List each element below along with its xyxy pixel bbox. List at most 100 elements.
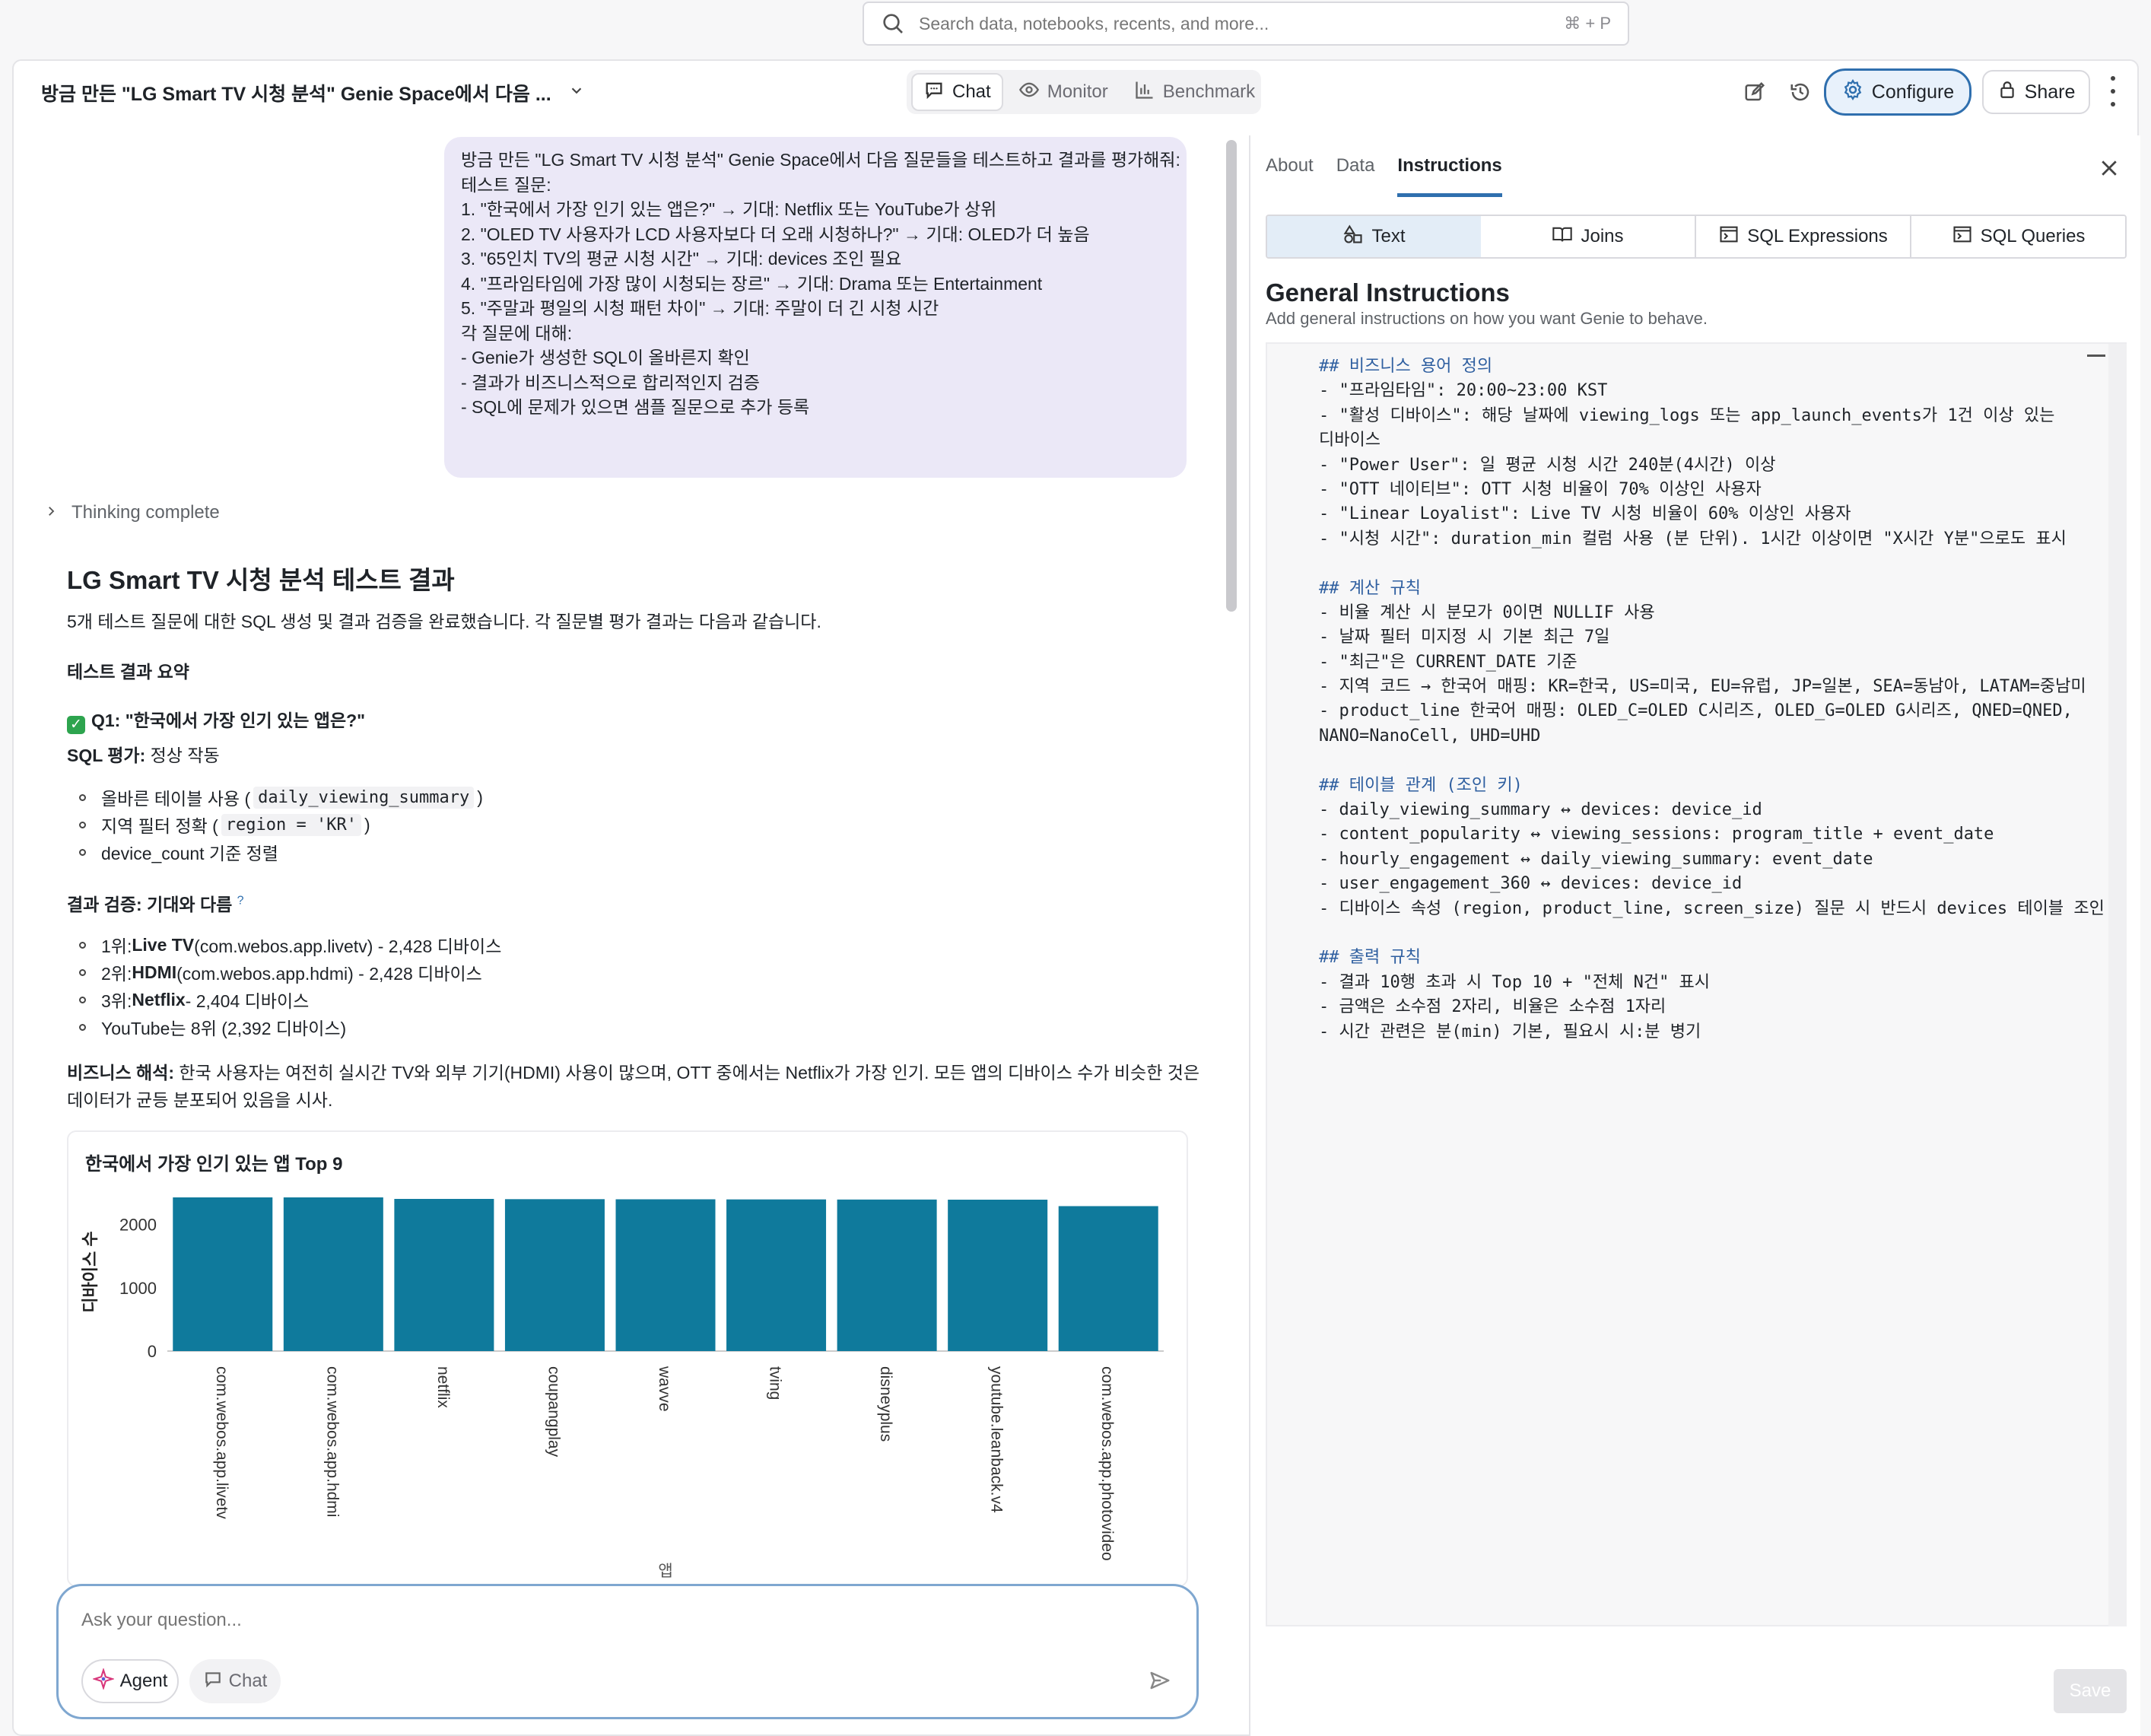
response-intro: 5개 테스트 질문에 대한 SQL 생성 및 결과 검증을 완료했습니다. 각 … [67,612,821,631]
instructions-text[interactable]: ## 비즈니스 용어 정의 - "프라임타임": 20:00~23:00 KST -… [1319,355,2105,1044]
tab-chat-label: Chat [952,81,991,102]
configure-button[interactable]: Configure [1824,68,1971,116]
book-icon [1552,224,1573,250]
list-item: 올바른 테이블 사용 (daily_viewing_summary) [79,784,483,811]
bar[interactable] [283,1197,383,1351]
search-placeholder: Search data, notebooks, recents, and mor… [919,13,1269,33]
chat-label: Chat [228,1671,268,1691]
sql-eval: SQL 평가: 정상 작동 [67,741,220,767]
x-tick-label: netflix [434,1366,452,1408]
business-interpretation: 비즈니스 해석: 한국 사용자는 여전히 실시간 TV와 외부 기기(HDMI)… [67,1063,1200,1110]
bar[interactable] [837,1199,937,1351]
instruction-line: - 지역 코드 → 한국어 매핑: KR=한국, US=미국, EU=유럽, J… [1319,677,2086,697]
bar[interactable] [615,1199,716,1351]
bar[interactable] [394,1198,494,1351]
x-tick-label: youtube.leanback.v4 [988,1366,1006,1513]
instruction-subtabs: Text Joins SQL Expressions SQL Queries [1266,215,2127,259]
history-icon[interactable] [1787,79,1813,105]
instruction-line: - 금액은 소수점 2자리, 비율은 소수점 1자리 [1319,997,1666,1017]
bar[interactable] [504,1199,605,1351]
instruction-line: - product_line 한국어 매핑: OLED_C=OLED C시리즈,… [1319,701,2073,721]
instruction-line: - "시청 시간": duration_min 컬럼 사용 (분 단위). 1시… [1319,529,2067,548]
space-title[interactable]: 방금 만든 "LG Smart TV 시청 분석" Genie Space에서 … [41,79,585,107]
general-instructions-title: General Instructions [1266,278,1510,307]
instruction-line: - "Power User": 일 평균 시청 시간 240분(4시간) 이상 [1319,455,1776,475]
tab-instructions[interactable]: Instructions [1397,155,1502,197]
tab-benchmark[interactable]: Benchmark [1123,73,1266,111]
list-item: YouTube는 8위 (2,392 디바이스) [79,1013,501,1041]
instruction-line: - "OTT 네이티브": OTT 시청 비율이 70% 이상인 사용자 [1319,479,1762,499]
instruction-line: - "최근"은 CURRENT_DATE 기준 [1319,652,1578,672]
send-icon[interactable] [1145,1665,1175,1696]
save-button[interactable]: Save [2054,1669,2127,1713]
result-mark: ? [237,894,244,908]
chat-mode-button[interactable]: Chat [189,1659,281,1703]
list-item: 3위: Netflix - 2,404 디바이스 [79,986,501,1013]
instructions-editor[interactable]: ## 비즈니스 용어 정의 - "프라임타임": 20:00~23:00 KST -… [1266,342,2127,1626]
tab-monitor[interactable]: Monitor [1008,73,1119,111]
configure-label: Configure [1871,81,1955,103]
eye-icon [1018,79,1040,106]
tab-chat[interactable]: Chat [911,73,1003,111]
message-line: 2. "OLED TV 사용자가 LCD 사용자보다 더 오래 시청하나?" →… [461,224,1090,244]
space-title-text: 방금 만든 "LG Smart TV 시청 분석" Genie Space에서 … [41,84,551,105]
mode-tabs: Chat Monitor Benchmark [907,70,1261,114]
tab-data[interactable]: Data [1336,155,1375,197]
result-list: 1위: Live TV (com.webos.app.livetv) - 2,4… [79,931,501,1041]
search-icon [881,10,908,37]
subtab-text[interactable]: Text [1267,216,1482,257]
summary-heading: 테스트 결과 요약 [67,662,189,682]
tab-benchmark-label: Benchmark [1162,81,1256,102]
terminal-icon [1952,224,1973,250]
instruction-line: - "프라임타임": 20:00~23:00 KST [1319,381,1608,401]
instruction-line: 디바이스 [1319,431,1381,450]
sql-eval-label: SQL 평가: [67,746,146,765]
y-tick-label: 2000 [119,1216,157,1235]
agent-mode-button[interactable]: Agent [81,1659,179,1703]
question-input[interactable] [80,1609,1133,1632]
edit-icon[interactable] [1742,79,1768,105]
list-item: 1위: Live TV (com.webos.app.livetv) - 2,4… [79,931,501,959]
list-item: 2위: HDMI (com.webos.app.hdmi) - 2,428 디바… [79,959,501,986]
sql-eval-value: 정상 작동 [145,746,220,765]
subtab-sql-expressions[interactable]: SQL Expressions [1696,216,1911,257]
message-line: 방금 만든 "LG Smart TV 시청 분석" Genie Space에서 … [461,150,1180,170]
bar[interactable] [726,1199,827,1351]
instruction-line: ## 출력 규칙 [1319,948,1421,968]
bar[interactable] [173,1197,273,1351]
subtab-joins[interactable]: Joins [1481,216,1696,257]
subtab-sql-queries[interactable]: SQL Queries [1911,216,2125,257]
instructions-scrollbar[interactable] [2108,344,2127,1626]
tab-monitor-label: Monitor [1047,81,1108,102]
thinking-toggle[interactable]: Thinking complete [44,502,220,523]
sparkle-icon [91,1667,115,1695]
terminal-icon [1718,224,1740,250]
x-tick-label: disneyplus [877,1366,894,1442]
more-options-icon[interactable] [2104,76,2122,107]
global-search[interactable]: Search data, notebooks, recents, and mor… [863,2,1629,46]
x-axis-title: 앱 [658,1563,672,1580]
x-tick-label: tving [767,1366,784,1400]
instruction-line: ## 테이블 관계 (조인 키) [1319,775,1523,795]
instruction-line: - hourly_engagement ↔ daily_viewing_summ… [1319,849,1873,869]
instruction-line: - "활성 디바이스": 해당 날짜에 viewing_logs 또는 app_… [1319,405,2055,425]
message-line: - Genie가 생성한 SQL이 올바른지 확인 [461,348,750,367]
tab-about[interactable]: About [1266,155,1314,197]
q1-heading: ✓ Q1: "한국에서 가장 인기 있는 앱은?" [67,706,365,734]
bar[interactable] [948,1199,1048,1351]
bar[interactable] [1058,1206,1158,1351]
chat-bubble-icon [203,1669,223,1694]
share-button[interactable]: Share [1982,70,2090,114]
instruction-line [1319,552,2105,576]
chat-scrollbar[interactable] [1226,140,1237,612]
instruction-line: - 시간 관련은 분(min) 기본, 필요시 시:분 병기 [1319,1022,1701,1041]
instruction-line: - 날짜 필터 미지정 시 기본 최근 7일 [1319,628,1610,647]
chevron-down-icon[interactable] [568,82,585,104]
instruction-line: - 디바이스 속성 (region, product_line, screen_… [1319,898,2105,918]
x-tick-label: com.webos.app.hdmi [323,1366,341,1517]
instruction-line [1319,921,2105,946]
close-icon[interactable] [2098,157,2122,181]
q1-heading-text: Q1: "한국에서 가장 인기 있는 앱은?" [91,711,366,730]
question-box: Agent Chat [56,1584,1199,1719]
message-line: - SQL에 문제가 있으면 샘플 질문으로 추가 등록 [461,397,810,417]
